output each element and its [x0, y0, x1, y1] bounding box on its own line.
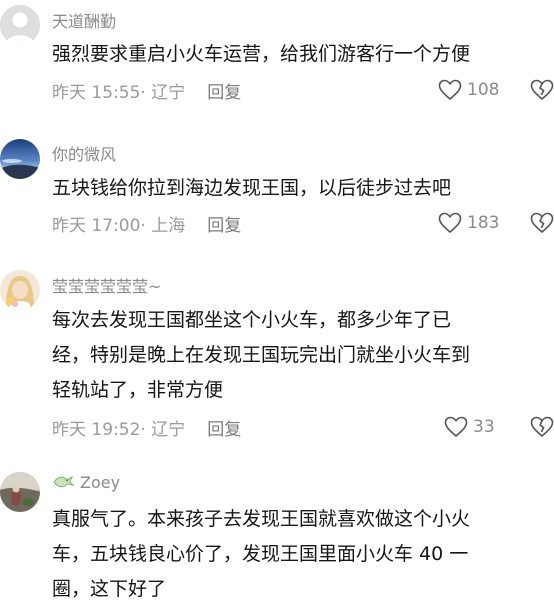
- reply-button[interactable]: 回复: [207, 415, 241, 440]
- comment-text: 五块钱给你拉到海边发现王国，以后徒步过去吧: [52, 177, 452, 199]
- heart-outline-icon: [438, 79, 462, 101]
- username[interactable]: 莹莹莹莹莹莹~: [52, 273, 161, 297]
- comment-item: Zoey 真服气了。本来孩子去发现王国就喜欢做这个小火 车，五块钱良心价了，发现…: [0, 468, 554, 600]
- like-button[interactable]: 108: [438, 78, 499, 102]
- like-button[interactable]: 183: [438, 211, 499, 235]
- comment-meta: 昨天 19:52· 辽宁 回复: [52, 415, 241, 440]
- comment-text: 真服气了。本来孩子去发现王国就喜欢做这个小火 车，五块钱良心价了，发现王国里面小…: [52, 508, 471, 600]
- heart-outline-icon: [444, 416, 468, 438]
- heart-outline-icon: [438, 212, 462, 234]
- comment-meta: 昨天 15:55· 辽宁 回复: [52, 78, 241, 103]
- comment-item: 你的微风 五块钱给你拉到海边发现王国，以后徒步过去吧 昨天 17:00· 上海 回…: [0, 135, 554, 250]
- reply-button[interactable]: 回复: [207, 211, 241, 236]
- broken-heart-icon[interactable]: [530, 416, 554, 438]
- comment-time: 昨天 19:52: [52, 420, 141, 440]
- dove-icon: [52, 474, 75, 494]
- username[interactable]: 你的微风: [52, 141, 116, 165]
- avatar[interactable]: [0, 5, 40, 45]
- comment-location: · 辽宁: [140, 420, 186, 440]
- avatar[interactable]: [0, 270, 40, 310]
- comment-item: 莹莹莹莹莹莹~ 每次去发现王国都坐这个小火车，都多少年了已 经，特别是晚上在发现…: [0, 268, 554, 453]
- username[interactable]: 天道酬勤: [52, 8, 116, 32]
- avatar[interactable]: [0, 472, 40, 512]
- avatar[interactable]: [0, 139, 40, 179]
- comment-time: 昨天 17:00: [52, 216, 141, 236]
- sky-avatar-image: [0, 139, 40, 179]
- outdoor-avatar-image: [0, 472, 40, 512]
- like-count: 108: [467, 80, 500, 100]
- reply-button[interactable]: 回复: [207, 78, 241, 103]
- like-count: 183: [467, 213, 500, 233]
- broken-heart-icon[interactable]: [530, 79, 554, 101]
- comment-text: 每次去发现王国都坐这个小火车，都多少年了已 经，特别是晚上在发现王国玩完出门就坐…: [52, 309, 471, 401]
- like-button[interactable]: 33: [444, 415, 495, 439]
- comment-time: 昨天 15:55: [52, 83, 141, 103]
- girl-avatar-image: [0, 270, 40, 310]
- comment-text: 强烈要求重启小火车运营，给我们游客行一个方便: [52, 43, 471, 65]
- like-count: 33: [473, 417, 495, 437]
- default-avatar-icon: [0, 5, 40, 45]
- comment-meta: 昨天 17:00· 上海 回复: [52, 211, 241, 236]
- broken-heart-icon[interactable]: [530, 212, 554, 234]
- comment-item: 天道酬勤 强烈要求重启小火车运营，给我们游客行一个方便 昨天 15:55· 辽宁…: [0, 0, 554, 115]
- comment-location: · 上海: [140, 216, 186, 236]
- username-text: Zoey: [80, 473, 121, 492]
- username[interactable]: Zoey: [52, 473, 120, 494]
- comment-location: · 辽宁: [140, 83, 186, 103]
